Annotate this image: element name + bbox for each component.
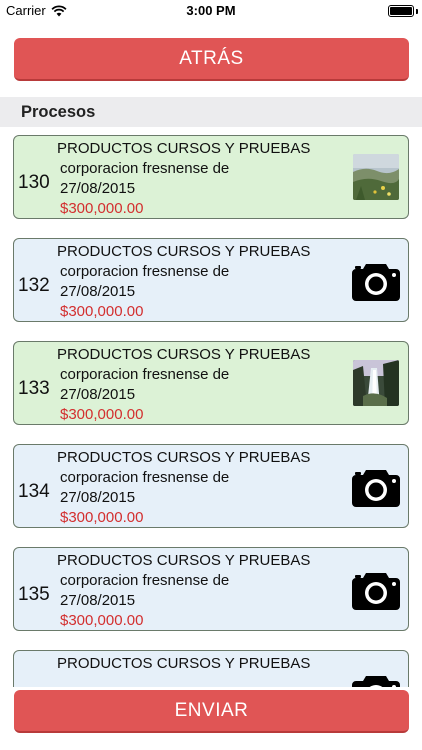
process-date: 27/08/2015 (60, 283, 136, 300)
process-company: corporacion fresnense de (60, 160, 230, 177)
process-card[interactable]: PRODUCTOS CURSOS Y PRUEBAS (13, 650, 409, 687)
camera-icon[interactable] (352, 467, 400, 507)
process-card[interactable]: 134 PRODUCTOS CURSOS Y PRUEBAS corporaci… (13, 444, 409, 528)
battery-icon (388, 5, 414, 17)
process-card[interactable]: 133 PRODUCTOS CURSOS Y PRUEBAS corporaci… (13, 341, 409, 425)
process-title: PRODUCTOS CURSOS Y PRUEBAS (57, 346, 311, 363)
process-amount: $300,000.00 (60, 612, 144, 629)
battery-tip (416, 9, 418, 14)
back-button[interactable]: ATRÁS (14, 38, 409, 81)
status-bar: Carrier 3:00 PM (0, 0, 422, 22)
process-amount: $300,000.00 (60, 509, 144, 526)
process-company: corporacion fresnense de (60, 469, 230, 486)
process-title: PRODUCTOS CURSOS Y PRUEBAS (57, 449, 311, 466)
process-list[interactable]: 130 PRODUCTOS CURSOS Y PRUEBAS corporaci… (0, 127, 422, 687)
process-amount: $300,000.00 (60, 200, 144, 217)
process-company: corporacion fresnense de (60, 366, 230, 383)
process-date: 27/08/2015 (60, 180, 136, 197)
process-date: 27/08/2015 (60, 489, 136, 506)
process-number: 133 (18, 378, 50, 399)
send-button[interactable]: ENVIAR (14, 690, 409, 733)
process-company: corporacion fresnense de (60, 572, 230, 589)
process-card[interactable]: 135 PRODUCTOS CURSOS Y PRUEBAS corporaci… (13, 547, 409, 631)
status-time: 3:00 PM (186, 3, 236, 18)
photo-thumbnail[interactable] (353, 154, 399, 200)
process-number: 134 (18, 481, 50, 502)
photo-thumbnail[interactable] (353, 360, 399, 406)
process-number: 130 (18, 172, 50, 193)
process-date: 27/08/2015 (60, 592, 136, 609)
camera-icon[interactable] (352, 570, 400, 610)
process-company: corporacion fresnense de (60, 263, 230, 280)
process-title: PRODUCTOS CURSOS Y PRUEBAS (57, 552, 311, 569)
battery-level (390, 7, 412, 15)
camera-icon[interactable] (352, 261, 400, 301)
section-header: Procesos (0, 97, 422, 127)
process-title: PRODUCTOS CURSOS Y PRUEBAS (57, 243, 311, 260)
process-title: PRODUCTOS CURSOS Y PRUEBAS (57, 655, 311, 672)
process-card[interactable]: 132 PRODUCTOS CURSOS Y PRUEBAS corporaci… (13, 238, 409, 322)
process-card[interactable]: 130 PRODUCTOS CURSOS Y PRUEBAS corporaci… (13, 135, 409, 219)
process-number: 135 (18, 584, 50, 605)
camera-icon[interactable] (352, 673, 400, 687)
process-title: PRODUCTOS CURSOS Y PRUEBAS (57, 140, 311, 157)
process-amount: $300,000.00 (60, 303, 144, 320)
process-number: 132 (18, 275, 50, 296)
process-date: 27/08/2015 (60, 386, 136, 403)
process-amount: $300,000.00 (60, 406, 144, 423)
